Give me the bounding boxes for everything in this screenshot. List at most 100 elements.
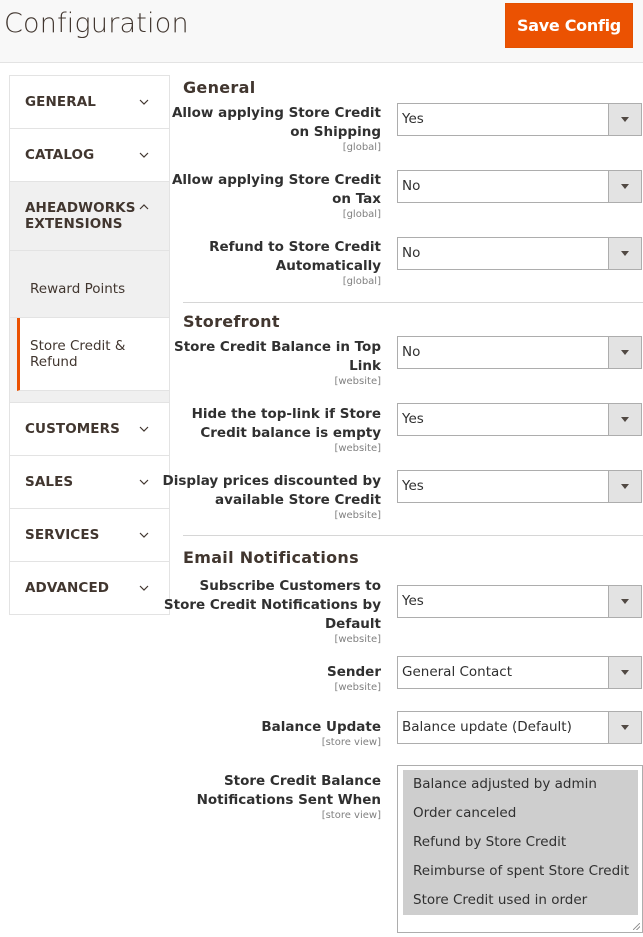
field-label-line: Allow applying Store Credit (171, 105, 381, 121)
save-config-button[interactable]: Save Config (505, 3, 633, 48)
sidebar-group-label: SALES (25, 474, 74, 490)
caret-down-icon (621, 484, 629, 489)
balance-top-link-select[interactable]: No (397, 336, 642, 369)
sidebar-group-catalog[interactable]: CATALOG (10, 129, 169, 182)
field-label: Allow applying Store Credit on Tax (172, 171, 381, 209)
multiselect-option[interactable]: Order canceled (403, 799, 638, 828)
caret-down-icon (621, 599, 629, 604)
chevron-down-icon (139, 532, 149, 538)
dropdown-toggle[interactable] (608, 586, 641, 617)
sidebar-group-sales[interactable]: SALES (10, 456, 169, 509)
multiselect-option[interactable]: Balance adjusted by admin (403, 770, 638, 799)
section-divider (183, 302, 643, 303)
field-label: Subscribe Customers to Store Credit Noti… (164, 577, 381, 634)
field-scope: [global] (342, 276, 381, 287)
select-value: No (402, 178, 421, 194)
chevron-down-icon (139, 585, 149, 591)
field-scope: [website] (334, 443, 381, 454)
sidebar-item-label: Reward Points (30, 281, 126, 297)
sidebar-group-services[interactable]: SERVICES (10, 509, 169, 562)
section-title-general: General (183, 78, 256, 97)
field-label: Allow applying Store Credit on Shipping (172, 104, 381, 142)
multiselect-option[interactable]: Refund by Store Credit (403, 828, 638, 857)
field-label: Sender (327, 663, 381, 682)
field-scope: [store view] (321, 810, 381, 821)
field-label-line: available Store Credit (215, 492, 381, 508)
chevron-down-icon (139, 99, 149, 105)
section-title-storefront: Storefront (183, 312, 280, 331)
dropdown-toggle[interactable] (608, 171, 641, 202)
sidebar-item-reward-points[interactable]: Reward Points (10, 251, 169, 318)
multiselect-options: Balance adjusted by admin Order canceled… (403, 770, 638, 915)
field-label-line: Subscribe Customers to (199, 578, 381, 594)
sidebar-group-advanced[interactable]: ADVANCED (10, 562, 169, 615)
apply-on-tax-select[interactable]: No (397, 170, 642, 203)
sidebar-group-general[interactable]: GENERAL (10, 76, 169, 129)
page-header: Configuration Save Config (0, 0, 643, 63)
select-value: Yes (402, 111, 424, 127)
select-value: Yes (402, 478, 424, 494)
balance-update-template-select[interactable]: Balance update (Default) (397, 711, 642, 744)
field-label-line: Display prices discounted by (162, 473, 381, 489)
field-label: Display prices discounted by available S… (163, 472, 381, 510)
field-label: Store Credit Balance in Top Link (174, 338, 381, 376)
select-value: Balance update (Default) (402, 719, 572, 735)
sidebar-group-label: CATALOG (25, 147, 95, 163)
sidebar-item-store-credit-refund[interactable]: Store Credit & Refund (17, 318, 169, 391)
dropdown-toggle[interactable] (608, 657, 641, 688)
resize-handle-icon[interactable] (633, 923, 640, 930)
dropdown-toggle[interactable] (608, 471, 641, 502)
caret-down-icon (621, 117, 629, 122)
subscribe-customers-select[interactable]: Yes (397, 585, 642, 618)
chevron-up-icon (139, 204, 149, 210)
sidebar-group-label: CUSTOMERS (25, 421, 120, 437)
field-label-line: Hide the top-link if Store (191, 406, 381, 422)
dropdown-toggle[interactable] (608, 104, 641, 135)
refund-automatically-select[interactable]: No (397, 237, 642, 270)
field-label: Refund to Store Credit Automatically (209, 238, 381, 276)
multiselect-option[interactable]: Store Credit used in order (403, 886, 638, 915)
dropdown-toggle[interactable] (608, 238, 641, 269)
section-title-email-notifications: Email Notifications (183, 548, 359, 567)
field-scope: [global] (342, 209, 381, 220)
field-scope: [website] (334, 634, 381, 645)
field-label-line: Store Credit Notifications by (163, 597, 381, 613)
caret-down-icon (621, 725, 629, 730)
sidebar-group-customers[interactable]: CUSTOMERS (10, 403, 169, 456)
sidebar-group-label: ADVANCED (25, 580, 110, 596)
field-scope: [global] (342, 142, 381, 153)
field-scope: [website] (334, 510, 381, 521)
field-scope: [website] (334, 376, 381, 387)
chevron-down-icon (139, 152, 149, 158)
display-discounted-prices-select[interactable]: Yes (397, 470, 642, 503)
dropdown-toggle[interactable] (608, 712, 641, 743)
select-value: No (402, 245, 421, 261)
caret-down-icon (621, 670, 629, 675)
multiselect-option[interactable]: Reimburse of spent Store Credit (403, 857, 638, 886)
field-label-line: Balance Update (261, 719, 381, 735)
caret-down-icon (621, 184, 629, 189)
sidebar-group-aheadworks-extensions[interactable]: AHEADWORKS EXTENSIONS (10, 182, 169, 251)
sidebar-group-label: GENERAL (25, 94, 96, 110)
section-divider (183, 535, 643, 536)
field-label: Store Credit Balance Notifications Sent … (197, 772, 381, 810)
select-value: No (402, 344, 421, 360)
apply-on-shipping-select[interactable]: Yes (397, 103, 642, 136)
sidebar-subnav: Reward Points Store Credit & Refund (10, 251, 169, 403)
hide-top-link-select[interactable]: Yes (397, 403, 642, 436)
field-label-line: on Shipping (290, 124, 381, 140)
dropdown-toggle[interactable] (608, 337, 641, 368)
field-label-line: Store Credit Balance in Top (173, 339, 381, 355)
select-value: General Contact (402, 664, 513, 680)
field-label-line: on Tax (332, 191, 381, 207)
dropdown-toggle[interactable] (608, 404, 641, 435)
notifications-sent-when-multiselect[interactable]: Balance adjusted by admin Order canceled… (397, 765, 643, 933)
chevron-down-icon (139, 479, 149, 485)
field-label-line: Sender (327, 664, 381, 680)
field-label-line: Notifications Sent When (196, 792, 381, 808)
field-scope: [website] (334, 682, 381, 693)
field-label-line: Automatically (275, 258, 381, 274)
field-label-line: Allow applying Store Credit (171, 172, 381, 188)
field-label-line: Default (324, 616, 381, 632)
sender-select[interactable]: General Contact (397, 656, 642, 689)
